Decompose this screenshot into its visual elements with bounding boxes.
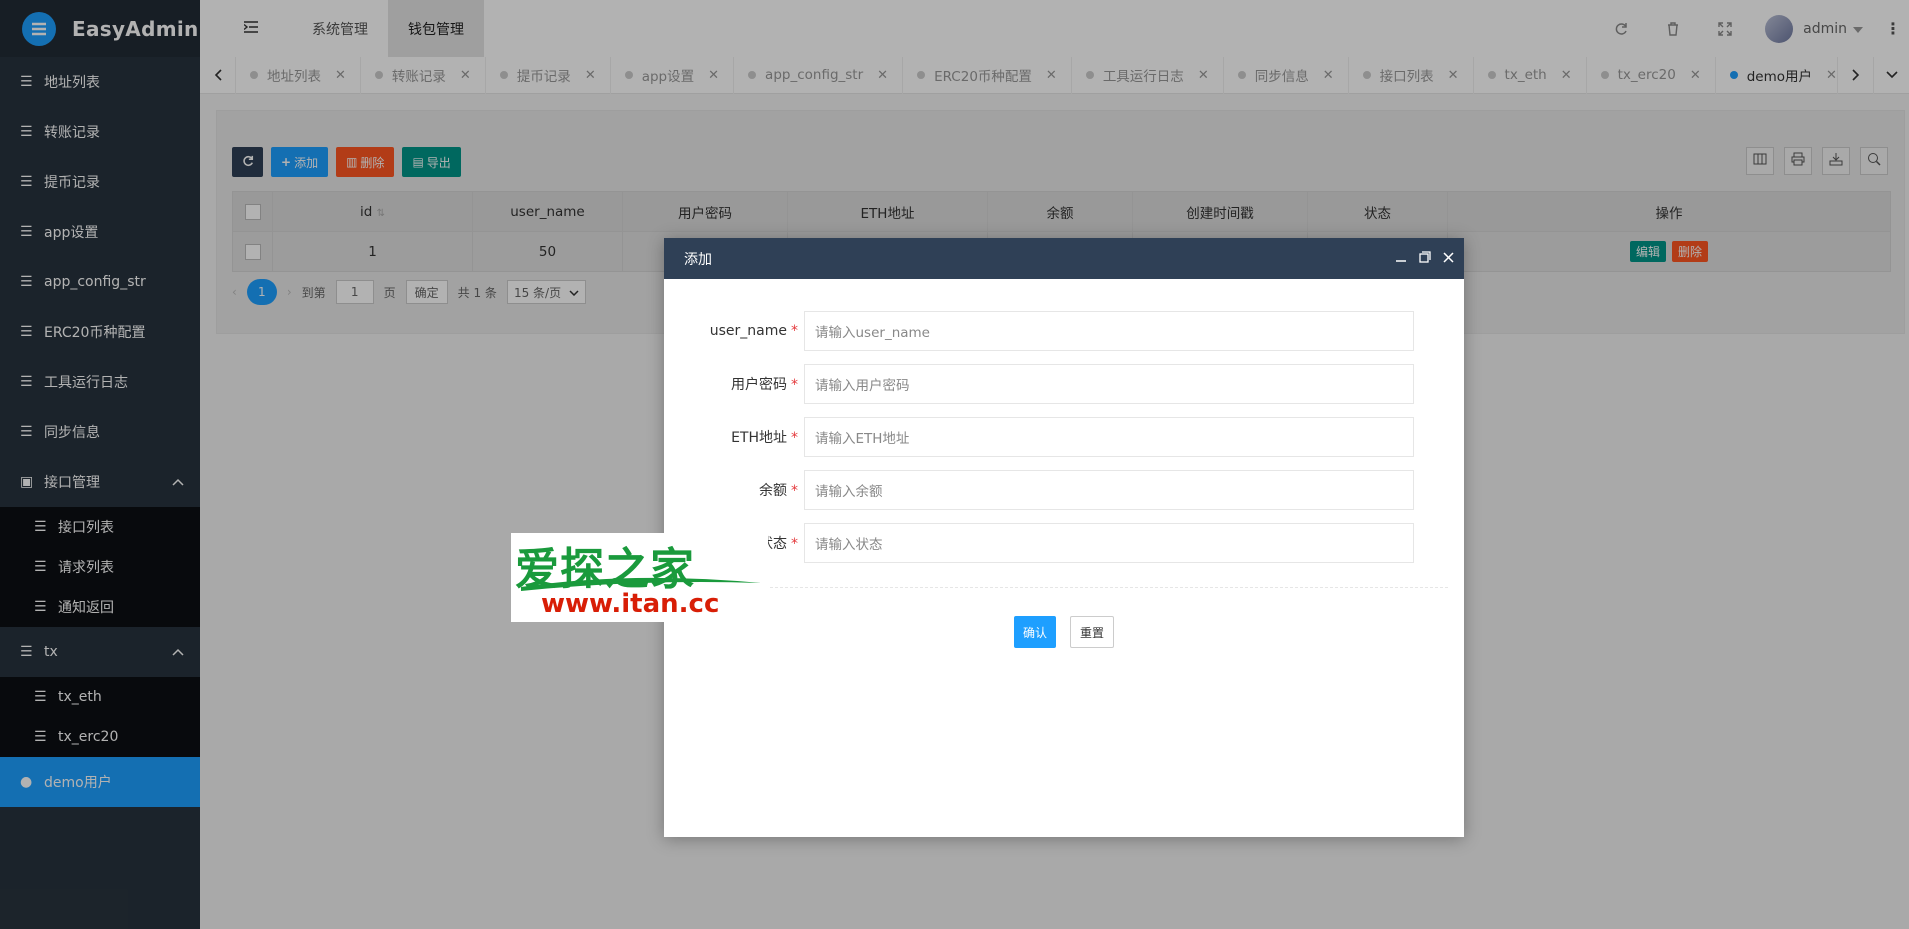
field-label: ETH地址 *: [664, 427, 804, 447]
form-row-eth-address: ETH地址 * 请输入ETH地址: [664, 410, 1464, 463]
watermark-url: www.itan.cc: [541, 589, 720, 619]
form-row-status: 状态 * 请输入状态: [664, 516, 1464, 569]
form-row-balance: 余额 * 请输入余额: [664, 463, 1464, 516]
add-dialog: 添加 user_name * 请输入user_name 用户密码 * 请输入用户密码…: [664, 238, 1464, 837]
required-mark: *: [791, 535, 798, 552]
minimize-icon[interactable]: [1395, 251, 1407, 267]
dialog-controls: [1395, 238, 1454, 279]
field-label-text: 用户密码: [731, 376, 787, 393]
reset-button[interactable]: 重置: [1070, 616, 1115, 648]
confirm-button[interactable]: 确认: [1013, 616, 1056, 648]
password-input[interactable]: 请输入用户密码: [804, 363, 1414, 404]
maximize-icon[interactable]: [1419, 250, 1431, 267]
dialog-header[interactable]: 添加: [664, 238, 1464, 279]
field-label: 余额 *: [664, 480, 804, 500]
field-label-text: ETH地址: [731, 429, 787, 446]
required-mark: *: [791, 376, 798, 393]
field-label-text: 余额: [759, 482, 787, 499]
watermark-logo: 爱探之家 www.itan.cc: [511, 533, 768, 622]
required-mark: *: [791, 322, 798, 339]
eth-address-input[interactable]: 请输入ETH地址: [804, 416, 1414, 457]
add-form: user_name * 请输入user_name 用户密码 * 请输入用户密码 ET…: [664, 279, 1464, 648]
divider: [680, 587, 1448, 588]
status-input[interactable]: 请输入状态: [804, 522, 1414, 563]
form-row-user-name: user_name * 请输入user_name: [664, 304, 1464, 357]
form-buttons: 确认 重置: [664, 616, 1464, 648]
field-label: user_name *: [664, 323, 804, 339]
required-mark: *: [791, 429, 798, 446]
balance-input[interactable]: 请输入余额: [804, 469, 1414, 510]
required-mark: *: [791, 482, 798, 499]
dialog-title: 添加: [684, 251, 712, 268]
form-row-password: 用户密码 * 请输入用户密码: [664, 357, 1464, 410]
user-name-input[interactable]: 请输入user_name: [804, 310, 1414, 351]
field-label: 用户密码 *: [664, 374, 804, 394]
close-icon[interactable]: [1443, 251, 1454, 267]
field-label-text: user_name: [709, 322, 787, 339]
